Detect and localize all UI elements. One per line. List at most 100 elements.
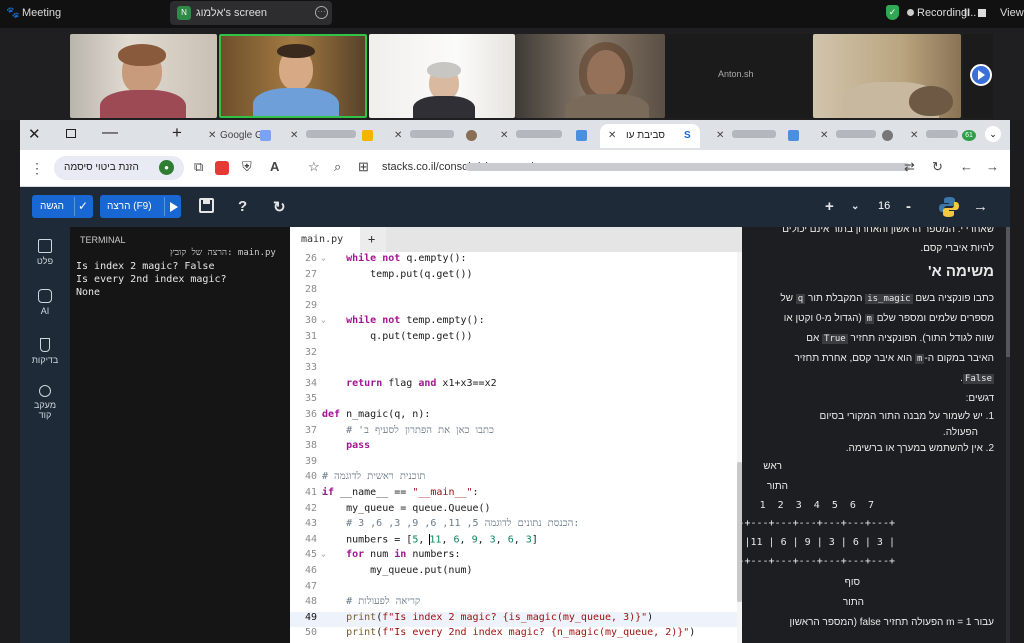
code-line[interactable]: 36 ⌄ def n_magic(q, n): <box>290 409 742 424</box>
extension-icon[interactable] <box>215 161 229 175</box>
code-line[interactable]: 48 # קריאה לפעולות <box>290 596 742 611</box>
browser-tab[interactable]: ✕ <box>708 124 804 148</box>
submit-button[interactable]: הגשה ✓ <box>32 195 93 218</box>
close-tab-icon[interactable]: ✕ <box>500 130 508 141</box>
more-options-icon[interactable]: ··· <box>315 6 328 19</box>
participant-video-tile[interactable] <box>70 34 217 118</box>
zoom-out-button[interactable]: - <box>906 198 911 215</box>
close-tab-icon[interactable]: ✕ <box>820 130 828 141</box>
browser-tab[interactable]: ✕ <box>386 124 482 148</box>
close-tab-icon[interactable]: ✕ <box>716 130 724 141</box>
ide-toolbar: הגשה ✓ הרצה (F9) ? ↻ + ⌄ 16 - → <box>20 187 1010 227</box>
code-editor[interactable]: 26 ⌄ while not q.empty(): 27 temp.put(q.ge… <box>290 252 742 643</box>
code-line[interactable]: 31 q.put(temp.get()) <box>290 331 742 346</box>
file-tab-main-py[interactable]: main.py <box>290 227 360 252</box>
code-line[interactable]: 38 pass <box>290 440 742 455</box>
participant-overflow-tile[interactable] <box>963 34 993 118</box>
code-line[interactable]: 39 <box>290 456 742 471</box>
browser-tab[interactable]: ✕ Google G <box>200 124 274 148</box>
next-arrow-icon[interactable]: → <box>973 198 988 215</box>
code-line[interactable]: 49 print(f"Is index 2 magic? {is_magic(m… <box>290 611 742 627</box>
save-icon[interactable] <box>199 198 214 213</box>
code-line[interactable]: 30 ⌄ while not temp.empty(): <box>290 315 742 330</box>
security-shield-icon[interactable]: ✓ <box>886 5 899 20</box>
participant-video-tile[interactable] <box>369 34 515 118</box>
add-file-button[interactable]: + <box>360 227 386 252</box>
code-line[interactable]: 34 return flag and x1+x3==x2 <box>290 378 742 393</box>
participant-video-tile[interactable] <box>515 34 665 118</box>
reload-icon[interactable]: ↻ <box>932 159 943 175</box>
terminal-panel[interactable]: TERMINAL הרצה של קובץ: main.py Is index … <box>70 227 290 643</box>
code-line[interactable]: 44 numbers = [5, 11, 6, 9, 3, 6, 3] <box>290 533 742 549</box>
code-line[interactable]: 47 <box>290 581 742 596</box>
instructions-panel[interactable]: שאחרי י. המספר הראשון והאחרון בתור אינם … <box>742 227 1010 643</box>
bookmark-star-icon[interactable]: ☆ <box>308 159 320 175</box>
run-button[interactable]: הרצה (F9) <box>100 195 181 218</box>
close-tab-icon[interactable]: ✕ <box>208 130 216 141</box>
restore-window-icon[interactable] <box>66 129 76 138</box>
code-text: # 3 ,6 ,3 ,9 ,6 ,11 ,5 הכנסת נתונים לדוג… <box>322 518 580 530</box>
code-line[interactable]: 26 ⌄ while not q.empty(): <box>290 253 742 268</box>
sidebar-item-ai[interactable]: AI <box>20 289 70 316</box>
close-tab-icon[interactable]: ✕ <box>608 130 616 141</box>
participant-video-tile-active[interactable] <box>219 34 367 118</box>
code-line[interactable]: 32 <box>290 347 742 362</box>
browser-tab[interactable]: ✕ <box>812 124 898 148</box>
browser-tab[interactable]: ✕ 61 <box>902 124 980 148</box>
chevron-down-icon[interactable]: ⌄ <box>851 201 859 212</box>
code-line[interactable]: 27 temp.put(q.get()) <box>290 269 742 284</box>
password-prompt-chip[interactable]: הזנת ביטוי סיסמה ● <box>54 156 184 180</box>
close-tab-icon[interactable]: ✕ <box>290 130 298 141</box>
line-number: 32 <box>304 346 317 358</box>
terminal-icon <box>38 239 52 253</box>
browser-tab[interactable]: ✕ <box>282 124 378 148</box>
extensions-icon[interactable]: ⧉ <box>194 159 203 175</box>
shield-icon[interactable]: ⛨ <box>242 159 252 175</box>
python-logo-icon <box>939 197 959 217</box>
close-window-icon[interactable]: ✕ <box>28 125 41 143</box>
close-tab-icon[interactable]: ✕ <box>910 130 918 141</box>
line-number: 38 <box>304 440 317 452</box>
code-line[interactable]: 37 # 'כתבו כאן את הפתרון לסעיף ב <box>290 425 742 440</box>
participant-video-tile[interactable] <box>813 34 961 118</box>
read-aloud-icon[interactable]: A <box>270 159 279 174</box>
code-line[interactable]: 29 <box>290 300 742 315</box>
minimize-window-icon[interactable]: — <box>102 124 118 142</box>
help-button[interactable]: ? <box>238 198 247 215</box>
zoom-in-button[interactable]: + <box>825 198 834 215</box>
code-line[interactable]: 43 # 3 ,6 ,3 ,9 ,6 ,11 ,5 הכנסת נתונים ל… <box>290 518 742 533</box>
participant-video-tile-off[interactable]: Anton.sh <box>665 34 812 118</box>
reset-icon[interactable]: ↻ <box>273 198 286 216</box>
line-number: 27 <box>304 268 317 280</box>
code-line[interactable]: 42 my_queue = queue.Queue() <box>290 503 742 518</box>
stop-recording-button[interactable] <box>978 9 986 17</box>
site-info-icon[interactable]: ⊞ <box>358 159 369 175</box>
code-line[interactable]: 50 print(f"Is every 2nd index magic? {n_… <box>290 627 742 642</box>
browser-tab[interactable]: ✕ <box>492 124 596 148</box>
code-line[interactable]: 33 <box>290 362 742 377</box>
code-line[interactable]: 28 <box>290 284 742 299</box>
line-number: 41 <box>304 487 317 498</box>
tab-badge: 61 <box>962 130 976 141</box>
sidebar-item-output[interactable]: פלט <box>20 239 70 266</box>
close-tab-icon[interactable]: ✕ <box>394 130 402 141</box>
back-icon[interactable]: → <box>986 159 999 174</box>
new-tab-icon[interactable]: + <box>172 123 182 143</box>
view-menu-button[interactable]: View <box>1000 7 1024 19</box>
code-line[interactable]: 35 <box>290 393 742 408</box>
next-page-icon[interactable] <box>970 64 992 86</box>
site-settings-icon[interactable]: ⇄ <box>904 159 915 175</box>
pause-recording-button[interactable]: II <box>964 7 970 19</box>
code-line[interactable]: 45 ⌄ for num in numbers: <box>290 549 742 564</box>
forward-icon[interactable]: ← <box>960 159 973 174</box>
sidebar-item-tests[interactable]: בדיקות <box>20 338 70 365</box>
shared-screen-tab[interactable]: N אלמוג's screen ··· <box>170 1 332 25</box>
zoom-icon[interactable]: ⌕ <box>334 159 341 175</box>
browser-menu-icon[interactable]: ⋮ <box>30 160 44 177</box>
chevron-down-icon[interactable]: ⌄ <box>985 126 1001 142</box>
code-line[interactable]: 40 # תוכנית ראשית לדוגמה <box>290 471 742 486</box>
sidebar-item-code-tracking[interactable]: מעקב קוד <box>20 385 70 420</box>
code-line[interactable]: 46 my_queue.put(num) <box>290 565 742 580</box>
browser-tab-active[interactable]: ✕ סביבת עו S <box>600 124 700 148</box>
code-line[interactable]: 41 ⌄ if __name__ == "__main__": <box>290 487 742 502</box>
